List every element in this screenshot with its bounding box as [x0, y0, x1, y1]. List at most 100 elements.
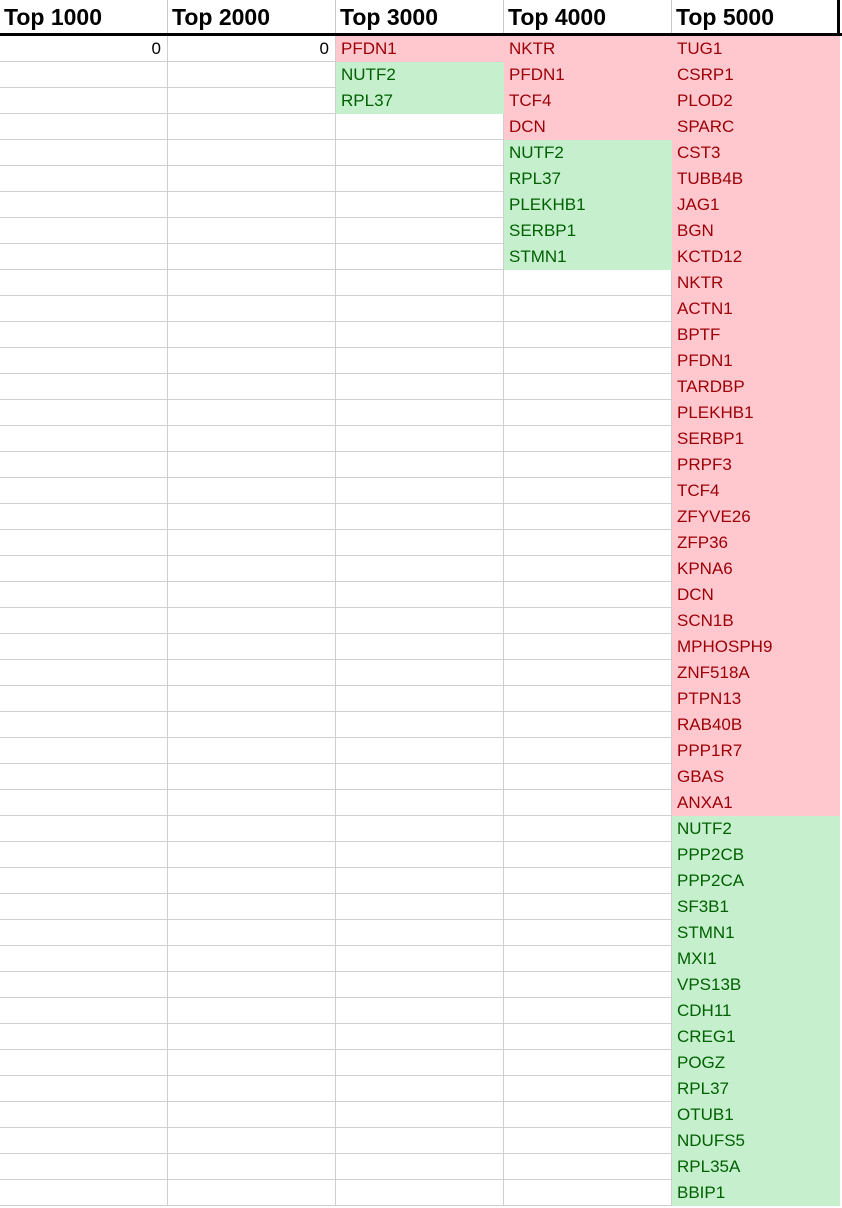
table-cell[interactable] — [0, 764, 168, 790]
table-cell[interactable]: NKTR — [672, 270, 840, 296]
table-cell[interactable] — [0, 634, 168, 660]
table-cell[interactable] — [0, 556, 168, 582]
table-cell[interactable] — [168, 972, 336, 998]
table-cell[interactable] — [168, 1050, 336, 1076]
table-cell[interactable]: PPP2CB — [672, 842, 840, 868]
table-cell[interactable]: TUG1 — [672, 36, 840, 62]
table-cell[interactable] — [0, 530, 168, 556]
table-cell[interactable] — [336, 1102, 504, 1128]
table-cell[interactable]: CDH11 — [672, 998, 840, 1024]
column-header-top-3000[interactable]: Top 3000 — [336, 0, 504, 33]
table-cell[interactable] — [336, 790, 504, 816]
table-cell[interactable] — [336, 764, 504, 790]
table-cell[interactable] — [168, 400, 336, 426]
table-cell[interactable] — [336, 972, 504, 998]
table-cell[interactable] — [504, 322, 672, 348]
table-cell[interactable]: BBIP1 — [672, 1180, 840, 1206]
table-cell[interactable] — [0, 348, 168, 374]
table-cell[interactable] — [336, 426, 504, 452]
table-cell[interactable] — [336, 582, 504, 608]
table-cell[interactable] — [168, 1024, 336, 1050]
table-cell[interactable]: ZFYVE26 — [672, 504, 840, 530]
table-cell[interactable] — [0, 816, 168, 842]
table-cell[interactable] — [504, 1102, 672, 1128]
table-cell[interactable]: NDUFS5 — [672, 1128, 840, 1154]
column-header-top-5000[interactable]: Top 5000 — [672, 0, 840, 33]
table-cell[interactable] — [504, 946, 672, 972]
table-cell[interactable] — [168, 270, 336, 296]
table-cell[interactable]: NUTF2 — [672, 816, 840, 842]
table-cell[interactable]: SCN1B — [672, 608, 840, 634]
table-cell[interactable]: RAB40B — [672, 712, 840, 738]
table-cell[interactable]: OTUB1 — [672, 1102, 840, 1128]
table-cell[interactable] — [168, 764, 336, 790]
table-cell[interactable] — [504, 478, 672, 504]
table-cell[interactable] — [168, 790, 336, 816]
table-cell[interactable] — [168, 634, 336, 660]
table-cell[interactable] — [504, 1154, 672, 1180]
table-cell[interactable] — [336, 686, 504, 712]
table-cell[interactable] — [0, 452, 168, 478]
table-cell[interactable]: SPARC — [672, 114, 840, 140]
table-cell[interactable] — [168, 842, 336, 868]
table-cell[interactable]: DCN — [504, 114, 672, 140]
table-cell[interactable]: RPL35A — [672, 1154, 840, 1180]
table-cell[interactable] — [336, 192, 504, 218]
table-cell[interactable] — [336, 920, 504, 946]
table-cell[interactable] — [504, 972, 672, 998]
table-cell[interactable] — [504, 530, 672, 556]
table-cell[interactable] — [336, 1154, 504, 1180]
table-cell[interactable] — [0, 1154, 168, 1180]
table-cell[interactable] — [336, 504, 504, 530]
table-cell[interactable] — [336, 322, 504, 348]
table-cell[interactable] — [504, 582, 672, 608]
table-cell[interactable]: KPNA6 — [672, 556, 840, 582]
table-cell[interactable] — [0, 998, 168, 1024]
table-cell[interactable] — [0, 972, 168, 998]
table-cell[interactable] — [0, 400, 168, 426]
table-cell[interactable]: PLEKHB1 — [504, 192, 672, 218]
table-cell[interactable] — [504, 348, 672, 374]
table-cell[interactable] — [504, 816, 672, 842]
table-cell[interactable]: ACTN1 — [672, 296, 840, 322]
table-cell[interactable] — [336, 998, 504, 1024]
table-cell[interactable] — [0, 1024, 168, 1050]
table-cell[interactable] — [336, 348, 504, 374]
table-cell[interactable] — [0, 946, 168, 972]
table-cell[interactable] — [336, 1076, 504, 1102]
table-cell[interactable]: CREG1 — [672, 1024, 840, 1050]
table-cell[interactable] — [336, 218, 504, 244]
table-cell[interactable] — [0, 114, 168, 140]
table-cell[interactable]: PPP1R7 — [672, 738, 840, 764]
table-cell[interactable] — [168, 296, 336, 322]
table-cell[interactable] — [0, 712, 168, 738]
table-cell[interactable] — [504, 920, 672, 946]
column-header-top-2000[interactable]: Top 2000 — [168, 0, 336, 33]
table-cell[interactable] — [168, 816, 336, 842]
table-cell[interactable] — [336, 946, 504, 972]
table-cell[interactable] — [336, 556, 504, 582]
table-cell[interactable] — [504, 660, 672, 686]
table-cell[interactable] — [168, 62, 336, 88]
table-cell[interactable]: NUTF2 — [336, 62, 504, 88]
table-cell[interactable]: CST3 — [672, 140, 840, 166]
table-cell[interactable] — [168, 322, 336, 348]
table-cell[interactable] — [168, 426, 336, 452]
table-cell[interactable] — [504, 686, 672, 712]
table-cell[interactable] — [0, 686, 168, 712]
table-cell[interactable] — [0, 1102, 168, 1128]
table-cell[interactable] — [0, 842, 168, 868]
table-cell[interactable] — [336, 1024, 504, 1050]
table-cell[interactable] — [0, 582, 168, 608]
table-cell[interactable] — [504, 1050, 672, 1076]
table-cell[interactable] — [504, 894, 672, 920]
table-cell[interactable] — [0, 322, 168, 348]
table-cell[interactable] — [168, 868, 336, 894]
table-cell[interactable] — [0, 296, 168, 322]
table-cell[interactable] — [168, 478, 336, 504]
table-cell[interactable]: MXI1 — [672, 946, 840, 972]
table-cell[interactable] — [504, 868, 672, 894]
table-cell[interactable] — [504, 426, 672, 452]
table-cell[interactable]: GBAS — [672, 764, 840, 790]
table-cell[interactable] — [336, 634, 504, 660]
